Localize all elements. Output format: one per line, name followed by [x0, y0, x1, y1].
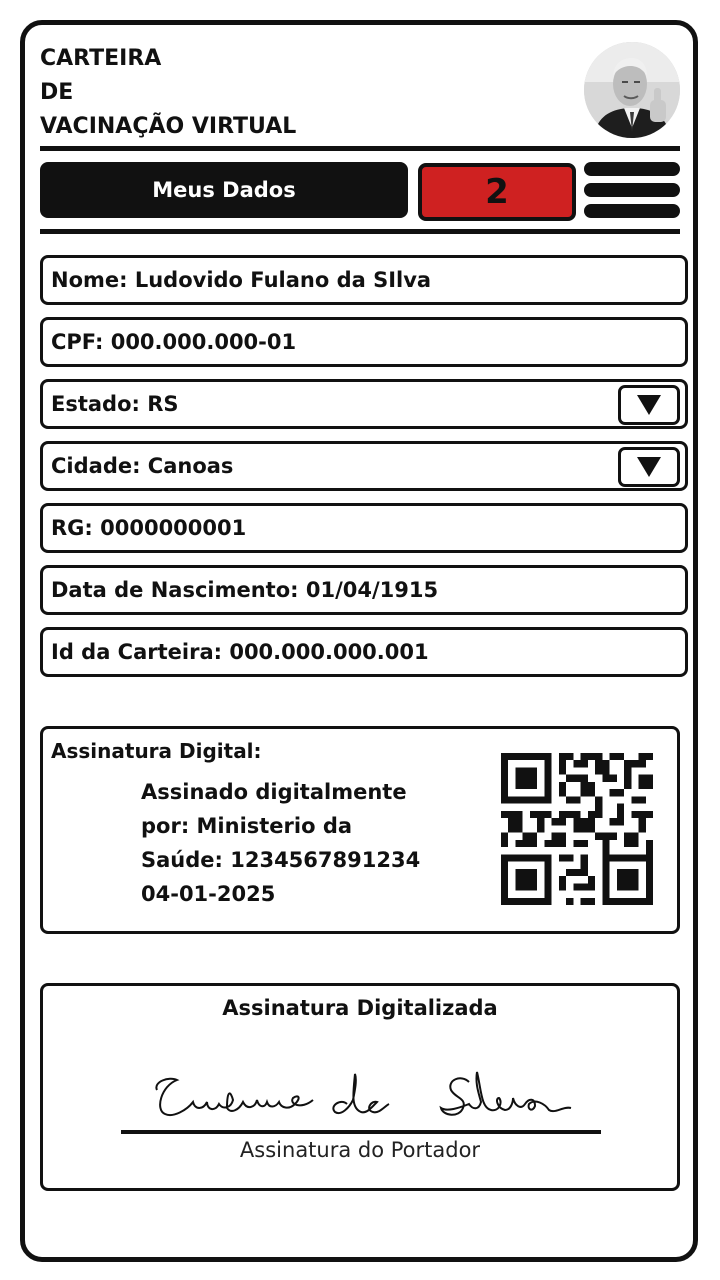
signature-line: por: Ministerio da	[141, 814, 353, 838]
avatar-photo	[584, 42, 680, 138]
menu-bar	[584, 162, 680, 176]
title-line-3: VACINAÇÃO VIRTUAL	[40, 114, 297, 139]
estado-dropdown-button[interactable]	[618, 385, 680, 425]
estado-value: Estado: RS	[51, 392, 179, 416]
rg-value: RG: 0000000001	[51, 516, 247, 540]
nascimento-field: Data de Nascimento: 01/04/1915	[40, 565, 688, 615]
signature-line: 04-01-2025	[141, 882, 276, 906]
nome-field: Nome: Ludovido Fulano da SIlva	[40, 255, 688, 305]
cpf-field: CPF: 000.000.000-01	[40, 317, 688, 367]
signature-caption: Assinatura do Portador	[239, 1138, 481, 1162]
rg-field: RG: 0000000001	[40, 503, 688, 553]
signature-line: Saúde: 1234567891234	[141, 848, 421, 872]
scanned-signature-title: Assinatura Digitalizada	[222, 996, 498, 1020]
triangle-down-icon	[637, 395, 661, 415]
cidade-select[interactable]: Cidade: Canoas	[40, 441, 688, 491]
cidade-dropdown-button[interactable]	[618, 447, 680, 487]
avatar[interactable]	[584, 42, 680, 138]
qr-code-icon[interactable]	[501, 753, 653, 905]
id-carteira-value: Id da Carteira: 000.000.000.001	[51, 640, 429, 664]
cidade-value: Cidade: Canoas	[51, 454, 234, 478]
divider	[40, 229, 680, 234]
triangle-down-icon	[637, 457, 661, 477]
tab-meus-dados[interactable]: Meus Dados	[40, 162, 408, 218]
menu-bar	[584, 204, 680, 218]
nascimento-value: Data de Nascimento: 01/04/1915	[51, 578, 439, 602]
title-line-2: DE	[40, 80, 74, 105]
nome-value: Nome: Ludovido Fulano da SIlva	[51, 268, 432, 292]
divider	[40, 146, 680, 151]
title-line-1: CARTEIRA	[40, 46, 162, 71]
scanned-signature-box: Assinatura Digitalizada Assinatura do Po…	[40, 983, 680, 1191]
digital-signature-text: Assinado digitalmente por: Ministerio da…	[141, 775, 420, 911]
id-carteira-field: Id da Carteira: 000.000.000.001	[40, 627, 688, 677]
digital-signature-box: Assinatura Digital: Assinado digitalment…	[40, 726, 680, 934]
signature-line: Assinado digitalmente	[141, 780, 407, 804]
estado-select[interactable]: Estado: RS	[40, 379, 688, 429]
page-title: CARTEIRA DE VACINAÇÃO VIRTUAL	[40, 42, 296, 144]
status-badge[interactable]: 2	[418, 163, 576, 221]
hamburger-menu-icon[interactable]	[584, 162, 680, 218]
cpf-value: CPF: 000.000.000-01	[51, 330, 297, 354]
digital-signature-title: Assinatura Digital:	[51, 739, 262, 763]
handwritten-signature	[155, 1071, 572, 1116]
signature-line	[121, 1130, 601, 1134]
menu-bar	[584, 183, 680, 197]
